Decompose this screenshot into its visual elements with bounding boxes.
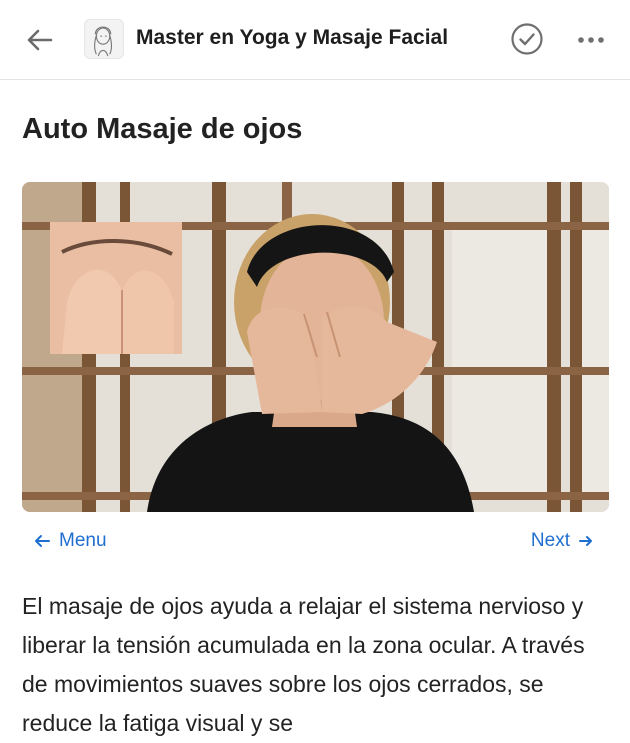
top-app-bar: Master en Yoga y Masaje Facial <box>0 0 630 80</box>
check-circle-icon[interactable] <box>510 22 544 56</box>
arrow-left-icon[interactable] <box>24 24 56 56</box>
menu-label: Menu <box>59 530 107 551</box>
video-player[interactable] <box>22 182 609 512</box>
next-label: Next <box>530 530 570 551</box>
lesson-title: Auto Masaje de ojos <box>22 113 303 145</box>
more-dots-icon[interactable] <box>576 30 606 50</box>
yoga-face-icon <box>94 26 113 57</box>
menu-link[interactable]: Menu <box>33 530 107 552</box>
arrow-right-icon <box>579 536 592 546</box>
video-thumbnail <box>22 182 609 512</box>
course-logo <box>84 19 124 59</box>
arrow-left-icon <box>35 535 50 547</box>
course-title: Master en Yoga y Masaje Facial <box>136 26 449 49</box>
lesson-nav: Menu Next <box>0 530 630 560</box>
next-link[interactable]: Next <box>531 530 594 552</box>
